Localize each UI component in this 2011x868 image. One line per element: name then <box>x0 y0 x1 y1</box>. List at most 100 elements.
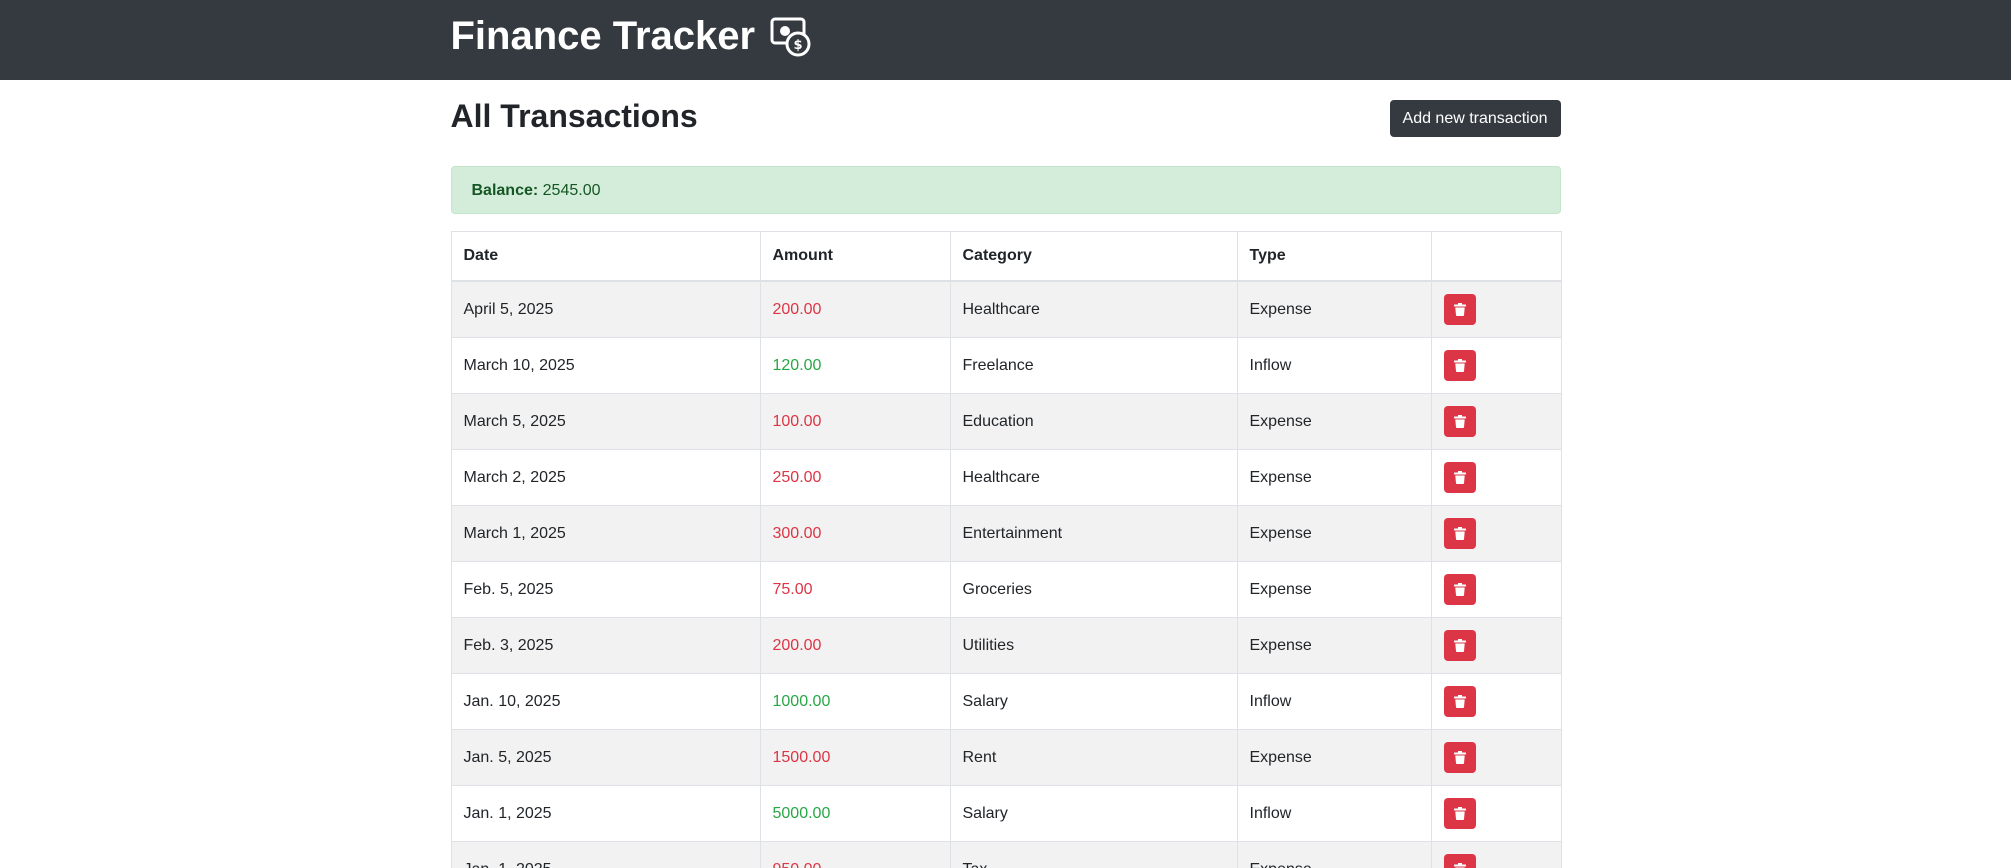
cell-date: Jan. 1, 2025 <box>450 841 761 868</box>
cell-type: Expense <box>1236 449 1432 506</box>
cell-amount: 200.00 <box>759 617 951 674</box>
delete-transaction-button[interactable] <box>1443 406 1476 437</box>
cell-amount: 5000.00 <box>759 785 951 842</box>
cell-amount: 1500.00 <box>759 729 951 786</box>
cell-actions <box>1430 280 1562 338</box>
table-row: Feb. 3, 2025 200.00 Utilities Expense <box>450 617 1562 674</box>
brand-title: Finance Tracker <box>450 14 756 58</box>
delete-transaction-button[interactable] <box>1443 574 1476 605</box>
cell-category: Healthcare <box>949 280 1238 338</box>
delete-transaction-button[interactable] <box>1443 798 1476 829</box>
cell-type: Expense <box>1236 729 1432 786</box>
trash-icon <box>1453 751 1466 764</box>
table-row: March 10, 2025 120.00 Freelance Inflow <box>450 337 1562 394</box>
cell-category: Freelance <box>949 337 1238 394</box>
trash-icon <box>1453 583 1466 596</box>
cell-type: Inflow <box>1236 337 1432 394</box>
cell-category: Utilities <box>949 617 1238 674</box>
cell-actions <box>1430 337 1562 394</box>
cell-amount: 200.00 <box>759 280 951 338</box>
cell-date: March 10, 2025 <box>450 337 761 394</box>
cell-category: Salary <box>949 785 1238 842</box>
cell-category: Tax <box>949 841 1238 868</box>
cell-date: March 2, 2025 <box>450 449 761 506</box>
balance-label: Balance: <box>471 182 539 199</box>
table-header-row: Date Amount Category Type <box>450 231 1562 282</box>
column-header-type: Type <box>1236 231 1432 282</box>
page-title: All Transactions <box>450 98 698 134</box>
cell-amount: 1000.00 <box>759 673 951 730</box>
cell-actions <box>1430 393 1562 450</box>
add-transaction-button[interactable]: Add new transaction <box>1389 100 1561 137</box>
cell-actions <box>1430 729 1562 786</box>
page-header: All Transactions Add new transaction <box>451 80 1561 166</box>
main-content: All Transactions Add new transaction Bal… <box>450 80 1562 868</box>
trash-icon <box>1453 415 1466 428</box>
cell-actions <box>1430 561 1562 618</box>
trash-icon <box>1453 471 1466 484</box>
column-header-amount: Amount <box>759 231 951 282</box>
delete-transaction-button[interactable] <box>1443 686 1476 717</box>
table-row: Feb. 5, 2025 75.00 Groceries Expense <box>450 561 1562 618</box>
column-header-category: Category <box>949 231 1238 282</box>
table-row: March 5, 2025 100.00 Education Expense <box>450 393 1562 450</box>
cell-actions <box>1430 785 1562 842</box>
table-row: Jan. 10, 2025 1000.00 Salary Inflow <box>450 673 1562 730</box>
table-row: Jan. 1, 2025950.00TaxExpense <box>450 841 1562 868</box>
cell-date: Feb. 3, 2025 <box>450 617 761 674</box>
cell-amount: 950.00 <box>759 841 951 868</box>
cell-type: Expense <box>1236 505 1432 562</box>
delete-transaction-button[interactable] <box>1443 630 1476 661</box>
cell-actions <box>1430 617 1562 674</box>
trash-icon <box>1453 639 1466 652</box>
trash-icon <box>1453 359 1466 372</box>
cell-amount: 250.00 <box>759 449 951 506</box>
table-row: March 1, 2025 300.00 Entertainment Expense <box>450 505 1562 562</box>
table-row: April 5, 2025 200.00 Healthcare Expense <box>450 280 1562 338</box>
delete-transaction-button[interactable] <box>1443 350 1476 381</box>
navbar: Finance Tracker $ <box>0 0 2011 80</box>
cell-amount: 120.00 <box>759 337 951 394</box>
table-row: Jan. 5, 2025 1500.00 Rent Expense <box>450 729 1562 786</box>
cell-category: Groceries <box>949 561 1238 618</box>
trash-icon <box>1453 527 1466 540</box>
cell-category: Healthcare <box>949 449 1238 506</box>
cell-date: March 5, 2025 <box>450 393 761 450</box>
delete-transaction-button[interactable] <box>1443 294 1476 325</box>
cell-amount: 300.00 <box>759 505 951 562</box>
cell-type: Expense <box>1236 617 1432 674</box>
column-header-actions <box>1430 231 1562 282</box>
cell-category: Entertainment <box>949 505 1238 562</box>
delete-transaction-button[interactable] <box>1443 854 1476 868</box>
cell-type: Inflow <box>1236 785 1432 842</box>
cell-date: Jan. 1, 2025 <box>450 785 761 842</box>
cell-actions <box>1430 449 1562 506</box>
cell-date: March 1, 2025 <box>450 505 761 562</box>
cell-type: Expense <box>1236 841 1432 868</box>
cell-type: Expense <box>1236 393 1432 450</box>
cell-category: Education <box>949 393 1238 450</box>
cell-actions <box>1430 841 1562 868</box>
cell-actions <box>1430 505 1562 562</box>
delete-transaction-button[interactable] <box>1443 462 1476 493</box>
table-row: March 2, 2025 250.00 Healthcare Expense <box>450 449 1562 506</box>
cell-type: Expense <box>1236 561 1432 618</box>
balance-alert: Balance: 2545.00 <box>450 166 1561 214</box>
delete-transaction-button[interactable] <box>1443 742 1476 773</box>
trash-icon <box>1453 863 1466 868</box>
cell-date: Feb. 5, 2025 <box>450 561 761 618</box>
transactions-table: Date Amount Category Type April 5, 2025 2… <box>450 231 1562 868</box>
cell-date: April 5, 2025 <box>450 280 761 338</box>
cell-category: Rent <box>949 729 1238 786</box>
cell-type: Inflow <box>1236 673 1432 730</box>
cell-category: Salary <box>949 673 1238 730</box>
brand[interactable]: Finance Tracker $ <box>451 12 814 60</box>
cell-date: Jan. 10, 2025 <box>450 673 761 730</box>
trash-icon <box>1453 807 1466 820</box>
cell-date: Jan. 5, 2025 <box>450 729 761 786</box>
svg-text:$: $ <box>794 38 803 53</box>
cell-amount: 75.00 <box>759 561 951 618</box>
trash-icon <box>1453 695 1466 708</box>
money-bill-dollar-icon: $ <box>769 14 813 58</box>
delete-transaction-button[interactable] <box>1443 518 1476 549</box>
